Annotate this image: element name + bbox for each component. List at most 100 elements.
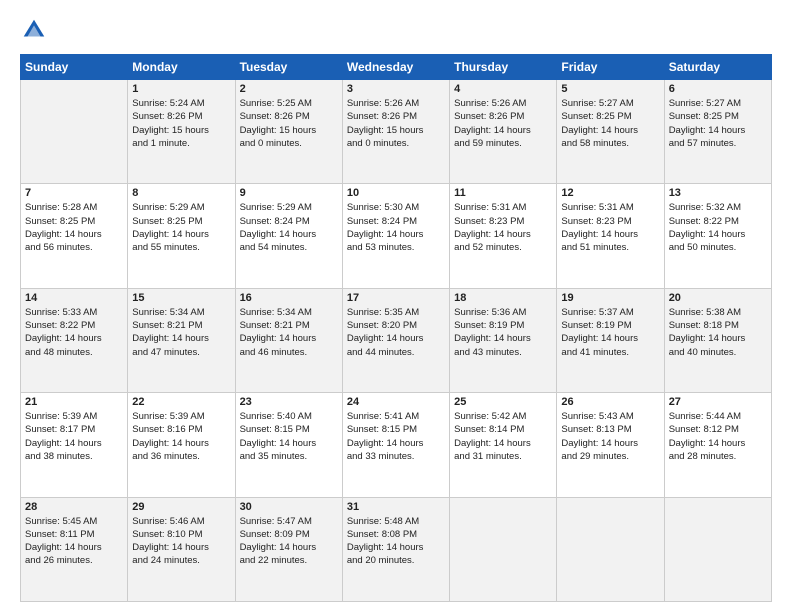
date-number: 9 bbox=[240, 187, 338, 199]
weekday-header-tuesday: Tuesday bbox=[235, 55, 342, 80]
date-number: 10 bbox=[347, 187, 445, 199]
calendar-cell: 28 Sunrise: 5:45 AM Sunset: 8:11 PM Dayli… bbox=[21, 497, 128, 601]
date-number: 20 bbox=[669, 292, 767, 304]
cell-info: Sunrise: 5:24 AM Sunset: 8:26 PM Dayligh… bbox=[132, 97, 230, 150]
calendar-cell: 23Sunrise: 5:40 AM Sunset: 8:15 PM Dayli… bbox=[235, 393, 342, 497]
cell-info: Sunrise: 5:27 AM Sunset: 8:25 PM Dayligh… bbox=[669, 97, 767, 150]
weekday-header-wednesday: Wednesday bbox=[342, 55, 449, 80]
date-number: 13 bbox=[669, 187, 767, 199]
weekday-header-saturday: Saturday bbox=[664, 55, 771, 80]
cell-info: Sunrise: 5:32 AM Sunset: 8:22 PM Dayligh… bbox=[669, 201, 767, 254]
date-number: 25 bbox=[454, 396, 552, 408]
date-number: 2 bbox=[240, 83, 338, 95]
cell-info: Sunrise: 5:39 AM Sunset: 8:17 PM Dayligh… bbox=[25, 410, 123, 463]
date-number: 22 bbox=[132, 396, 230, 408]
cell-info: Sunrise: 5:41 AM Sunset: 8:15 PM Dayligh… bbox=[347, 410, 445, 463]
calendar-cell bbox=[557, 497, 664, 601]
date-number: 3 bbox=[347, 83, 445, 95]
date-number: 26 bbox=[561, 396, 659, 408]
calendar-cell: 20 Sunrise: 5:38 AM Sunset: 8:18 PM Dayli… bbox=[664, 288, 771, 392]
cell-info: Sunrise: 5:43 AM Sunset: 8:13 PM Dayligh… bbox=[561, 410, 659, 463]
cell-info: Sunrise: 5:40 AM Sunset: 8:15 PM Dayligh… bbox=[240, 410, 338, 463]
weekday-row: SundayMondayTuesdayWednesdayThursdayFrid… bbox=[21, 55, 772, 80]
page: SundayMondayTuesdayWednesdayThursdayFrid… bbox=[0, 0, 792, 612]
cell-info: Sunrise: 5:45 AM Sunset: 8:11 PM Dayligh… bbox=[25, 515, 123, 568]
date-number: 24 bbox=[347, 396, 445, 408]
cell-info: Sunrise: 5:31 AM Sunset: 8:23 PM Dayligh… bbox=[561, 201, 659, 254]
cell-info: Sunrise: 5:48 AM Sunset: 8:08 PM Dayligh… bbox=[347, 515, 445, 568]
date-number: 28 bbox=[25, 501, 123, 513]
calendar-header: SundayMondayTuesdayWednesdayThursdayFrid… bbox=[21, 55, 772, 80]
cell-info: Sunrise: 5:42 AM Sunset: 8:14 PM Dayligh… bbox=[454, 410, 552, 463]
calendar-cell: 29 Sunrise: 5:46 AM Sunset: 8:10 PM Dayli… bbox=[128, 497, 235, 601]
cell-info: Sunrise: 5:26 AM Sunset: 8:26 PM Dayligh… bbox=[454, 97, 552, 150]
header bbox=[20, 16, 772, 44]
date-number: 21 bbox=[25, 396, 123, 408]
calendar-cell: 19Sunrise: 5:37 AM Sunset: 8:19 PM Dayli… bbox=[557, 288, 664, 392]
date-number: 12 bbox=[561, 187, 659, 199]
date-number: 29 bbox=[132, 501, 230, 513]
weekday-header-sunday: Sunday bbox=[21, 55, 128, 80]
calendar-cell: 24 Sunrise: 5:41 AM Sunset: 8:15 PM Dayli… bbox=[342, 393, 449, 497]
calendar-cell: 12 Sunrise: 5:31 AM Sunset: 8:23 PM Dayli… bbox=[557, 184, 664, 288]
weekday-header-monday: Monday bbox=[128, 55, 235, 80]
date-number: 30 bbox=[240, 501, 338, 513]
calendar-cell: 9 Sunrise: 5:29 AM Sunset: 8:24 PM Daylig… bbox=[235, 184, 342, 288]
cell-info: Sunrise: 5:30 AM Sunset: 8:24 PM Dayligh… bbox=[347, 201, 445, 254]
calendar-body: 1 Sunrise: 5:24 AM Sunset: 8:26 PM Daylig… bbox=[21, 80, 772, 602]
cell-info: Sunrise: 5:36 AM Sunset: 8:19 PM Dayligh… bbox=[454, 306, 552, 359]
calendar-cell: 30 Sunrise: 5:47 AM Sunset: 8:09 PM Dayli… bbox=[235, 497, 342, 601]
cell-info: Sunrise: 5:34 AM Sunset: 8:21 PM Dayligh… bbox=[240, 306, 338, 359]
cell-info: Sunrise: 5:25 AM Sunset: 8:26 PM Dayligh… bbox=[240, 97, 338, 150]
calendar-week-row: 7 Sunrise: 5:28 AM Sunset: 8:25 PM Daylig… bbox=[21, 184, 772, 288]
date-number: 17 bbox=[347, 292, 445, 304]
calendar-cell: 21 Sunrise: 5:39 AM Sunset: 8:17 PM Dayli… bbox=[21, 393, 128, 497]
calendar-cell bbox=[450, 497, 557, 601]
calendar-week-row: 28 Sunrise: 5:45 AM Sunset: 8:11 PM Dayli… bbox=[21, 497, 772, 601]
cell-info: Sunrise: 5:28 AM Sunset: 8:25 PM Dayligh… bbox=[25, 201, 123, 254]
calendar-week-row: 14 Sunrise: 5:33 AM Sunset: 8:22 PM Dayli… bbox=[21, 288, 772, 392]
date-number: 31 bbox=[347, 501, 445, 513]
calendar-cell: 22 Sunrise: 5:39 AM Sunset: 8:16 PM Dayli… bbox=[128, 393, 235, 497]
calendar-cell: 16 Sunrise: 5:34 AM Sunset: 8:21 PM Dayli… bbox=[235, 288, 342, 392]
calendar-cell bbox=[21, 80, 128, 184]
calendar-cell: 2 Sunrise: 5:25 AM Sunset: 8:26 PM Daylig… bbox=[235, 80, 342, 184]
calendar-cell: 4 Sunrise: 5:26 AM Sunset: 8:26 PM Daylig… bbox=[450, 80, 557, 184]
date-number: 16 bbox=[240, 292, 338, 304]
cell-info: Sunrise: 5:38 AM Sunset: 8:18 PM Dayligh… bbox=[669, 306, 767, 359]
logo-icon bbox=[20, 16, 48, 44]
calendar-cell: 5 Sunrise: 5:27 AM Sunset: 8:25 PM Daylig… bbox=[557, 80, 664, 184]
calendar-cell bbox=[664, 497, 771, 601]
cell-info: Sunrise: 5:37 AM Sunset: 8:19 PM Dayligh… bbox=[561, 306, 659, 359]
cell-info: Sunrise: 5:27 AM Sunset: 8:25 PM Dayligh… bbox=[561, 97, 659, 150]
calendar-cell: 3 Sunrise: 5:26 AM Sunset: 8:26 PM Daylig… bbox=[342, 80, 449, 184]
calendar-cell: 15Sunrise: 5:34 AM Sunset: 8:21 PM Dayli… bbox=[128, 288, 235, 392]
date-number: 7 bbox=[25, 187, 123, 199]
calendar-cell: 14 Sunrise: 5:33 AM Sunset: 8:22 PM Dayli… bbox=[21, 288, 128, 392]
date-number: 8 bbox=[132, 187, 230, 199]
date-number: 14 bbox=[25, 292, 123, 304]
calendar-cell: 7 Sunrise: 5:28 AM Sunset: 8:25 PM Daylig… bbox=[21, 184, 128, 288]
cell-info: Sunrise: 5:29 AM Sunset: 8:25 PM Dayligh… bbox=[132, 201, 230, 254]
cell-info: Sunrise: 5:47 AM Sunset: 8:09 PM Dayligh… bbox=[240, 515, 338, 568]
date-number: 4 bbox=[454, 83, 552, 95]
calendar-cell: 8 Sunrise: 5:29 AM Sunset: 8:25 PM Daylig… bbox=[128, 184, 235, 288]
date-number: 1 bbox=[132, 83, 230, 95]
date-number: 6 bbox=[669, 83, 767, 95]
cell-info: Sunrise: 5:46 AM Sunset: 8:10 PM Dayligh… bbox=[132, 515, 230, 568]
cell-info: Sunrise: 5:33 AM Sunset: 8:22 PM Dayligh… bbox=[25, 306, 123, 359]
cell-info: Sunrise: 5:26 AM Sunset: 8:26 PM Dayligh… bbox=[347, 97, 445, 150]
date-number: 11 bbox=[454, 187, 552, 199]
cell-info: Sunrise: 5:31 AM Sunset: 8:23 PM Dayligh… bbox=[454, 201, 552, 254]
calendar-week-row: 21 Sunrise: 5:39 AM Sunset: 8:17 PM Dayli… bbox=[21, 393, 772, 497]
logo bbox=[20, 16, 52, 44]
cell-info: Sunrise: 5:44 AM Sunset: 8:12 PM Dayligh… bbox=[669, 410, 767, 463]
cell-info: Sunrise: 5:29 AM Sunset: 8:24 PM Dayligh… bbox=[240, 201, 338, 254]
weekday-header-thursday: Thursday bbox=[450, 55, 557, 80]
cell-info: Sunrise: 5:35 AM Sunset: 8:20 PM Dayligh… bbox=[347, 306, 445, 359]
calendar-cell: 13 Sunrise: 5:32 AM Sunset: 8:22 PM Dayli… bbox=[664, 184, 771, 288]
date-number: 5 bbox=[561, 83, 659, 95]
cell-info: Sunrise: 5:39 AM Sunset: 8:16 PM Dayligh… bbox=[132, 410, 230, 463]
calendar-cell: 25 Sunrise: 5:42 AM Sunset: 8:14 PM Dayli… bbox=[450, 393, 557, 497]
weekday-header-friday: Friday bbox=[557, 55, 664, 80]
